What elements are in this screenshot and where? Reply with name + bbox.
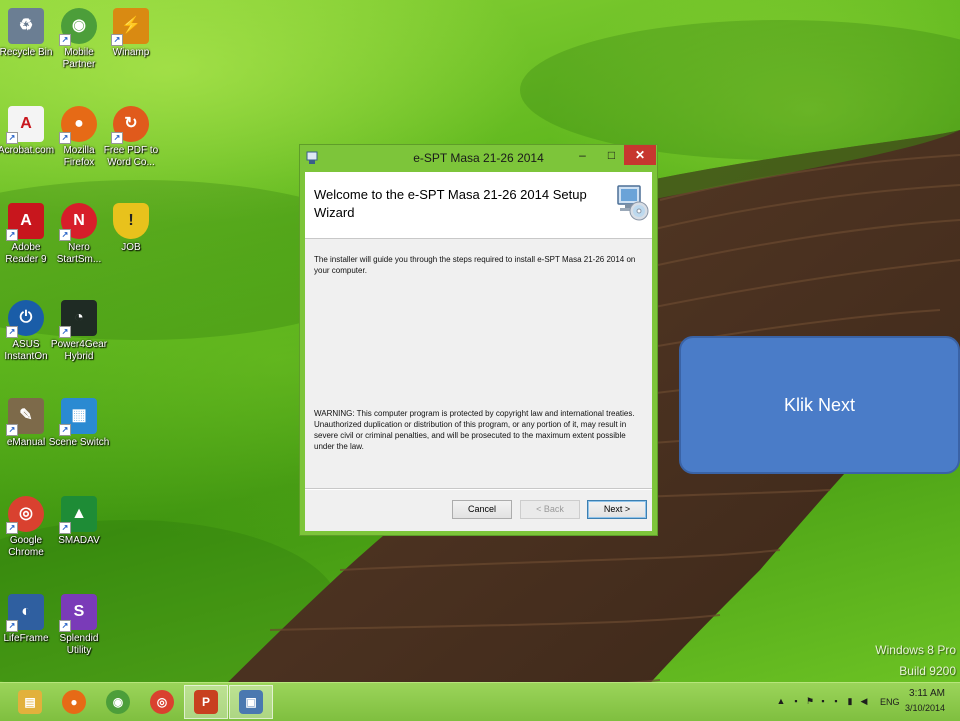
- cancel-button[interactable]: Cancel: [452, 500, 512, 519]
- instruction-callout: Klik Next: [679, 336, 960, 474]
- wizard-heading: Welcome to the e-SPT Masa 21-26 2014 Set…: [314, 187, 587, 220]
- close-icon: ✕: [634, 148, 646, 162]
- setup-wizard-dialog: e-SPT Masa 21-26 2014 – □ ✕ Welcome to t…: [299, 144, 658, 536]
- tray-app-icon[interactable]: ▪: [818, 696, 828, 707]
- desktop-icon-label: Scene Switch: [48, 437, 110, 448]
- taskbar-setup-installer[interactable]: ▣: [229, 685, 273, 719]
- dialog-client-area: Welcome to the e-SPT Masa 21-26 2014 Set…: [305, 172, 652, 531]
- desktop-icon-smadav[interactable]: ▲ ↗ SMADAV: [47, 490, 111, 547]
- close-button[interactable]: ✕: [624, 145, 656, 165]
- desktop-icon-free-pdf-to-word[interactable]: ↻ ↗ Free PDF to Word Co...: [99, 100, 163, 169]
- desktop-icon-label: Mobile Partner: [62, 47, 96, 70]
- desktop-icon-label: JOB: [121, 242, 141, 253]
- tray-flag-icon[interactable]: ⚑: [805, 696, 815, 707]
- mobile-partner-icon: ◉: [106, 690, 130, 714]
- setup-computer-cd-icon: [617, 185, 649, 221]
- taskbar-firefox[interactable]: ●: [52, 685, 96, 719]
- desktop-icon-label: Mozilla Firefox: [63, 145, 95, 168]
- tray-app-icon[interactable]: ▪: [831, 696, 841, 707]
- desktop-icon-label: Acrobat.com: [0, 145, 55, 156]
- desktop-icon-label: Winamp: [112, 47, 150, 58]
- clock-date[interactable]: 3/10/2014: [901, 703, 949, 713]
- desktop-icon-label: Google Chrome: [8, 535, 44, 558]
- taskbar-mobile-partner[interactable]: ◉: [96, 685, 140, 719]
- desktop-icon-label: eManual: [6, 437, 46, 448]
- firefox-icon: ● ↗: [59, 106, 97, 144]
- desktop-icon-label: SMADAV: [58, 535, 100, 546]
- desktop-icon-job[interactable]: ! JOB: [99, 197, 163, 254]
- nero-icon: N ↗: [59, 203, 97, 241]
- mobile-partner-icon: ◉ ↗: [59, 8, 97, 46]
- power4gear-icon: ◔ ↗: [59, 300, 97, 338]
- show-hidden-icons-chevron-icon[interactable]: ▲: [776, 696, 786, 707]
- pdf-to-word-icon: ↻ ↗: [111, 106, 149, 144]
- wizard-header: Welcome to the e-SPT Masa 21-26 2014 Set…: [305, 172, 652, 239]
- volume-icon[interactable]: ◀: [859, 696, 869, 707]
- watermark-edition: Windows 8 Pro: [875, 643, 956, 657]
- desktop-icon-label: Adobe Reader 9: [5, 242, 47, 265]
- asus-instanton-icon: ⏻ ↗: [6, 300, 44, 338]
- taskbar-powerpoint[interactable]: P: [184, 685, 228, 719]
- input-language[interactable]: ENG: [880, 697, 900, 707]
- footer-divider: [305, 488, 652, 490]
- desktop-icon-label: LifeFrame: [3, 633, 49, 644]
- taskbar: ▤ ● ◉ ◎ P ▣ ▲ ▪ ⚑ ▪ ▪ ▮ ◀ ENG 3:11 AM 3/…: [0, 682, 960, 721]
- desktop-icon-label: Nero StartSm...: [56, 242, 102, 265]
- desktop-icon-label: Recycle Bin: [0, 47, 53, 58]
- desktop-icon-label: Free PDF to Word Co...: [103, 145, 159, 168]
- next-button[interactable]: Next >: [587, 500, 647, 519]
- copyright-warning: WARNING: This computer program is protec…: [314, 409, 635, 451]
- minimize-icon: –: [579, 148, 586, 162]
- desktop-icon-label: ASUS InstantOn: [4, 339, 48, 362]
- taskbar-chrome[interactable]: ◎: [140, 685, 184, 719]
- adobe-reader-icon: A ↗: [6, 203, 44, 241]
- network-icon[interactable]: ▮: [845, 696, 855, 707]
- intro-text: The installer will guide you through the…: [314, 255, 636, 275]
- smadav-icon: ▲ ↗: [59, 496, 97, 534]
- dialog-title-bar[interactable]: e-SPT Masa 21-26 2014 – □ ✕: [300, 145, 657, 172]
- folder-icon: ▤: [18, 690, 42, 714]
- maximize-icon: □: [607, 148, 616, 162]
- desktop-icon-label: Splendid Utility: [59, 633, 99, 656]
- firefox-icon: ●: [62, 690, 86, 714]
- watermark-build: Build 9200: [899, 664, 956, 678]
- splendid-icon: S ↗: [59, 594, 97, 632]
- scene-switch-icon: ▦ ↗: [59, 398, 97, 436]
- maximize-button[interactable]: □: [598, 145, 625, 165]
- clock-time[interactable]: 3:11 AM: [905, 688, 949, 699]
- taskbar-file-explorer[interactable]: ▤: [8, 685, 52, 719]
- acrobat-com-icon: A ↗: [6, 106, 44, 144]
- minimize-button[interactable]: –: [569, 145, 596, 165]
- recycle-bin-icon: ♻: [8, 8, 44, 44]
- emanual-icon: ✎ ↗: [6, 398, 44, 436]
- tray-app-icon[interactable]: ▪: [791, 696, 801, 707]
- windows-build-watermark: Windows 8 Pro Build 9200: [875, 640, 956, 682]
- desktop-icon-power4gear[interactable]: ◔ ↗ Power4Gear Hybrid: [47, 294, 111, 363]
- desktop-icon-scene-switch[interactable]: ▦ ↗ Scene Switch: [47, 392, 111, 449]
- callout-text: Klik Next: [783, 394, 855, 415]
- powerpoint-icon: P: [194, 690, 218, 714]
- chrome-icon: ◎ ↗: [6, 496, 44, 534]
- desktop-icon-splendid-utility[interactable]: S ↗ Splendid Utility: [47, 588, 111, 657]
- shield-icon: !: [113, 203, 149, 239]
- lifeframe-icon: ◐ ↗: [6, 594, 44, 632]
- chrome-icon: ◎: [150, 690, 174, 714]
- installer-icon: ▣: [239, 690, 263, 714]
- desktop-icon-winamp[interactable]: ⚡ ↗ Winamp: [99, 2, 163, 59]
- back-button[interactable]: < Back: [520, 500, 580, 519]
- winamp-icon: ⚡ ↗: [111, 8, 149, 46]
- desktop-icon-label: Power4Gear Hybrid: [50, 339, 108, 362]
